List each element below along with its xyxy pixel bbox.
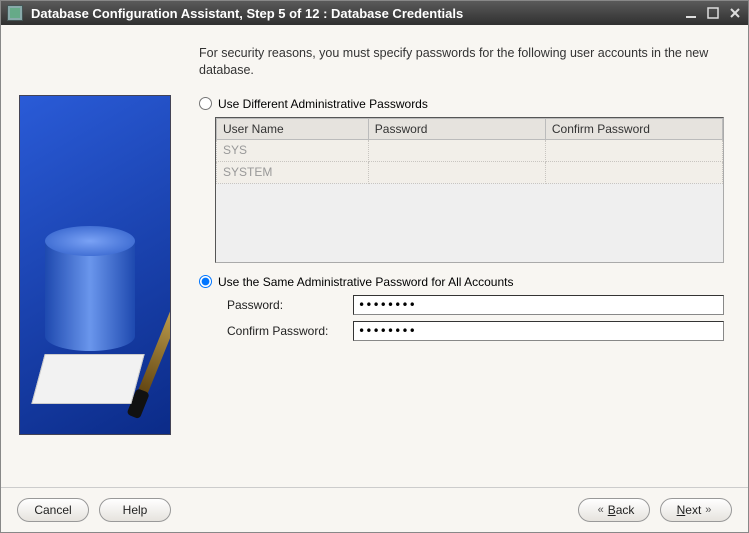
col-username: User Name [217, 118, 369, 139]
password-row: Password: [227, 295, 724, 315]
table-header-row: User Name Password Confirm Password [217, 118, 723, 139]
radio-different-passwords[interactable] [199, 97, 212, 110]
help-button[interactable]: Help [99, 498, 171, 522]
radio-different-label: Use Different Administrative Passwords [218, 97, 428, 111]
app-icon [7, 5, 23, 21]
window-title: Database Configuration Assistant, Step 5… [31, 6, 684, 21]
chevron-right-icon: » [701, 504, 715, 516]
user-password-table: User Name Password Confirm Password SYS [215, 117, 724, 263]
next-button[interactable]: Next » [660, 498, 732, 522]
password-label: Password: [227, 298, 347, 312]
password-input[interactable] [353, 295, 724, 315]
minimize-button[interactable] [684, 6, 698, 20]
content-area: For security reasons, you must specify p… [1, 25, 748, 487]
instruction-text: For security reasons, you must specify p… [199, 45, 724, 79]
cell-username: SYSTEM [217, 161, 369, 183]
close-button[interactable] [728, 6, 742, 20]
col-confirm: Confirm Password [545, 118, 722, 139]
form-panel: For security reasons, you must specify p… [171, 45, 730, 479]
table-row: SYS [217, 139, 723, 161]
cell-confirm[interactable] [545, 139, 722, 161]
cell-username: SYS [217, 139, 369, 161]
col-password: Password [368, 118, 545, 139]
radio-same-password[interactable] [199, 275, 212, 288]
window-controls [684, 6, 742, 20]
option-same-password[interactable]: Use the Same Administrative Password for… [199, 275, 724, 289]
chevron-left-icon: « [594, 504, 608, 516]
cancel-button[interactable]: Cancel [17, 498, 89, 522]
tag-icon [38, 354, 148, 414]
table-row: SYSTEM [217, 161, 723, 183]
confirm-password-label: Confirm Password: [227, 324, 347, 338]
footer: Cancel Help « Back Next » [1, 487, 748, 532]
dbca-window: Database Configuration Assistant, Step 5… [0, 0, 749, 533]
radio-same-label: Use the Same Administrative Password for… [218, 275, 513, 289]
titlebar: Database Configuration Assistant, Step 5… [1, 1, 748, 25]
option-different-passwords[interactable]: Use Different Administrative Passwords [199, 97, 724, 111]
confirm-password-row: Confirm Password: [227, 321, 724, 341]
cell-password[interactable] [368, 139, 545, 161]
cell-password[interactable] [368, 161, 545, 183]
wizard-illustration [19, 95, 171, 435]
cell-confirm[interactable] [545, 161, 722, 183]
back-button[interactable]: « Back [578, 498, 650, 522]
maximize-button[interactable] [706, 6, 720, 20]
confirm-password-input[interactable] [353, 321, 724, 341]
